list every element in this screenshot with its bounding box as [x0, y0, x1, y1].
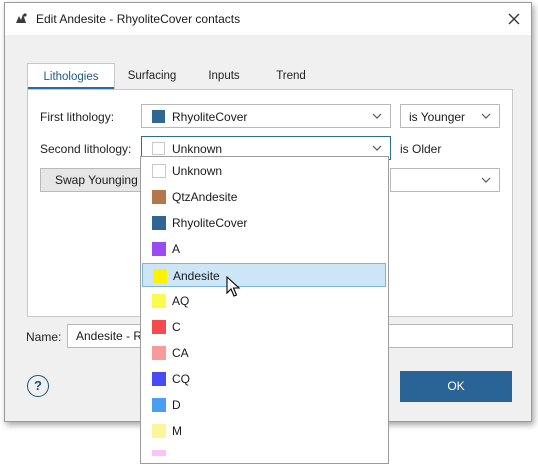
- tab-inputs[interactable]: Inputs: [195, 63, 253, 89]
- list-item-label: C: [172, 320, 181, 334]
- list-item[interactable]: RhyoliteCover: [142, 211, 386, 235]
- list-item-label: CQ: [172, 372, 190, 386]
- list-item[interactable]: Unknown: [142, 159, 386, 183]
- chevron-down-icon: [481, 113, 491, 119]
- list-item-selected[interactable]: Andesite: [142, 263, 386, 287]
- lithology-color-swatch: [152, 190, 166, 204]
- is-older-label: is Older: [400, 142, 442, 156]
- list-item[interactable]: [142, 445, 386, 463]
- lithology-color-swatch: [152, 142, 165, 155]
- list-item-label: A: [172, 242, 181, 256]
- first-lithology-value: RhyoliteCover: [172, 110, 248, 124]
- name-label: Name:: [26, 330, 62, 344]
- lithology-dropdown-list: Unknown QtzAndesite RhyoliteCover A Ande…: [140, 156, 389, 464]
- tab-trend[interactable]: Trend: [263, 63, 319, 89]
- relation-value: is Younger: [409, 110, 466, 124]
- lithology-color-swatch: [153, 269, 167, 283]
- help-button[interactable]: ?: [27, 375, 49, 397]
- list-item-label: D: [172, 398, 181, 412]
- list-item[interactable]: CA: [142, 341, 386, 365]
- lithology-color-swatch: [152, 398, 166, 412]
- list-item-label: CA: [172, 346, 189, 360]
- second-lithology-value: Unknown: [172, 142, 223, 156]
- lithology-color-swatch: [152, 372, 166, 386]
- lithology-color-swatch: [152, 110, 165, 123]
- lithology-color-swatch: [152, 346, 166, 360]
- second-lithology-label: Second lithology:: [40, 142, 132, 156]
- lithology-color-swatch: [152, 424, 166, 438]
- list-item[interactable]: CQ: [142, 367, 386, 391]
- close-icon: [508, 13, 520, 25]
- lithology-color-swatch: [152, 216, 166, 230]
- list-item-label: RhyoliteCover: [172, 216, 248, 230]
- list-item[interactable]: A: [142, 237, 386, 261]
- chevron-down-icon: [372, 145, 382, 151]
- tab-surfacing[interactable]: Surfacing: [119, 63, 185, 89]
- list-item[interactable]: AQ: [142, 289, 386, 313]
- lithology-color-swatch: [152, 450, 166, 456]
- title-bar: Edit Andesite - RhyoliteCover contacts: [5, 3, 531, 35]
- younging-select[interactable]: [390, 168, 500, 192]
- close-button[interactable]: [503, 8, 525, 30]
- list-item[interactable]: D: [142, 393, 386, 417]
- lithology-color-swatch: [152, 320, 166, 334]
- chevron-down-icon: [481, 177, 491, 183]
- lithology-color-swatch: [152, 294, 166, 308]
- mouse-pointer-icon: [226, 276, 241, 297]
- list-item-label: Andesite: [173, 269, 220, 283]
- list-item[interactable]: QtzAndesite: [142, 185, 386, 209]
- list-item[interactable]: C: [142, 315, 386, 339]
- window-title: Edit Andesite - RhyoliteCover contacts: [36, 12, 241, 26]
- list-item-label: QtzAndesite: [172, 190, 238, 204]
- list-item-label: AQ: [172, 294, 190, 308]
- tab-lithologies[interactable]: Lithologies: [27, 63, 115, 89]
- chevron-down-icon: [372, 113, 382, 119]
- list-item[interactable]: M: [142, 419, 386, 443]
- lithology-color-swatch: [152, 164, 166, 178]
- ok-button[interactable]: OK: [400, 371, 512, 402]
- first-lithology-label: First lithology:: [40, 110, 115, 124]
- list-item-label: M: [172, 424, 182, 438]
- list-item-label: Unknown: [172, 164, 223, 178]
- lithology-color-swatch: [152, 242, 166, 256]
- first-lithology-select[interactable]: RhyoliteCover: [141, 104, 391, 128]
- app-logo-icon: [16, 13, 27, 23]
- relation-select[interactable]: is Younger: [400, 104, 500, 128]
